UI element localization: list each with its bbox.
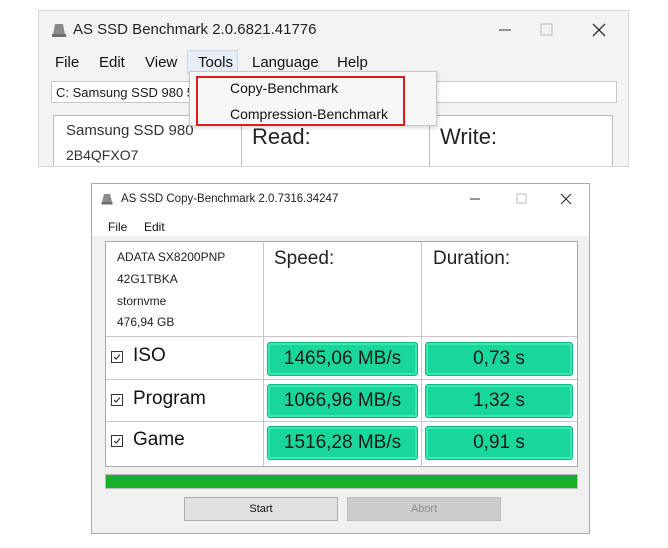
window-title: AS SSD Benchmark 2.0.6821.41776: [73, 21, 317, 38]
grid-divider: [106, 379, 577, 380]
tools-dropdown-menu: Copy-Benchmark Compression-Benchmark: [189, 71, 437, 126]
menu-language[interactable]: Language: [252, 54, 319, 71]
minimize-icon[interactable]: [493, 19, 517, 41]
menu-bar: File Edit: [92, 214, 589, 236]
progress-fill: [106, 475, 577, 488]
abort-button[interactable]: Abort: [347, 497, 501, 521]
menu-edit[interactable]: Edit: [144, 220, 165, 234]
menu-file[interactable]: File: [108, 220, 127, 234]
minimize-icon[interactable]: [466, 191, 484, 207]
start-button[interactable]: Start: [184, 497, 338, 521]
maximize-icon[interactable]: [534, 19, 558, 41]
drive-driver: stornvme: [117, 294, 167, 308]
progress-bar: [105, 474, 578, 489]
drive-status: ОК: [84, 166, 102, 167]
maximize-icon[interactable]: [512, 191, 530, 207]
checkbox-checked-icon[interactable]: [111, 435, 123, 447]
drive-capacity: 476,94 GB: [117, 315, 175, 329]
write-header: Write:: [440, 124, 498, 149]
close-icon[interactable]: [557, 191, 575, 207]
duration-header: Duration:: [433, 248, 511, 269]
copy-benchmark-window: AS SSD Copy-Benchmark 2.0.7316.34247 Fil…: [91, 183, 590, 534]
menu-item-copy-benchmark[interactable]: Copy-Benchmark: [230, 80, 338, 96]
menu-help[interactable]: Help: [337, 54, 368, 71]
test-label: Program: [133, 388, 206, 409]
speed-result: 1066,96 MB/s: [267, 384, 418, 418]
test-label: ISO: [133, 345, 166, 366]
test-row-game: Game: [111, 423, 261, 463]
close-icon[interactable]: [587, 19, 611, 41]
grid-divider: [263, 242, 264, 466]
test-row-iso: ISO: [111, 339, 261, 379]
drive-firmware: 2B4QFXO7: [66, 147, 139, 163]
checkbox-checked-icon[interactable]: [111, 394, 123, 406]
duration-result: 0,91 s: [425, 426, 573, 460]
title-bar: AS SSD Benchmark 2.0.6821.41776: [39, 11, 628, 49]
results-grid: ADATA SX8200PNP 42G1TBKA stornvme 476,94…: [105, 241, 578, 467]
title-bar: AS SSD Copy-Benchmark 2.0.7316.34247: [92, 184, 589, 214]
speed-result: 1516,28 MB/s: [267, 426, 418, 460]
drive-name: Samsung SSD 980: [66, 122, 194, 139]
drive-icon: [52, 24, 66, 37]
speed-result: 1465,06 MB/s: [267, 342, 418, 376]
grid-divider: [421, 242, 422, 466]
checkbox-checked-icon[interactable]: [111, 351, 123, 363]
test-label: Game: [133, 429, 185, 450]
menu-file[interactable]: File: [55, 54, 79, 71]
duration-result: 0,73 s: [425, 342, 573, 376]
drive-model: ADATA SX8200PNP: [117, 250, 226, 264]
menu-item-compression-benchmark[interactable]: Compression-Benchmark: [230, 106, 388, 122]
speed-header: Speed:: [274, 248, 335, 269]
drive-firmware: 42G1TBKA: [117, 272, 178, 286]
menu-view[interactable]: View: [145, 54, 177, 71]
menu-edit[interactable]: Edit: [99, 54, 125, 71]
window-title: AS SSD Copy-Benchmark 2.0.7316.34247: [121, 193, 339, 205]
test-row-program: Program: [111, 382, 261, 422]
drive-icon: [101, 194, 113, 205]
duration-result: 1,32 s: [425, 384, 573, 418]
read-header: Read:: [252, 124, 311, 149]
grid-divider: [106, 336, 577, 337]
